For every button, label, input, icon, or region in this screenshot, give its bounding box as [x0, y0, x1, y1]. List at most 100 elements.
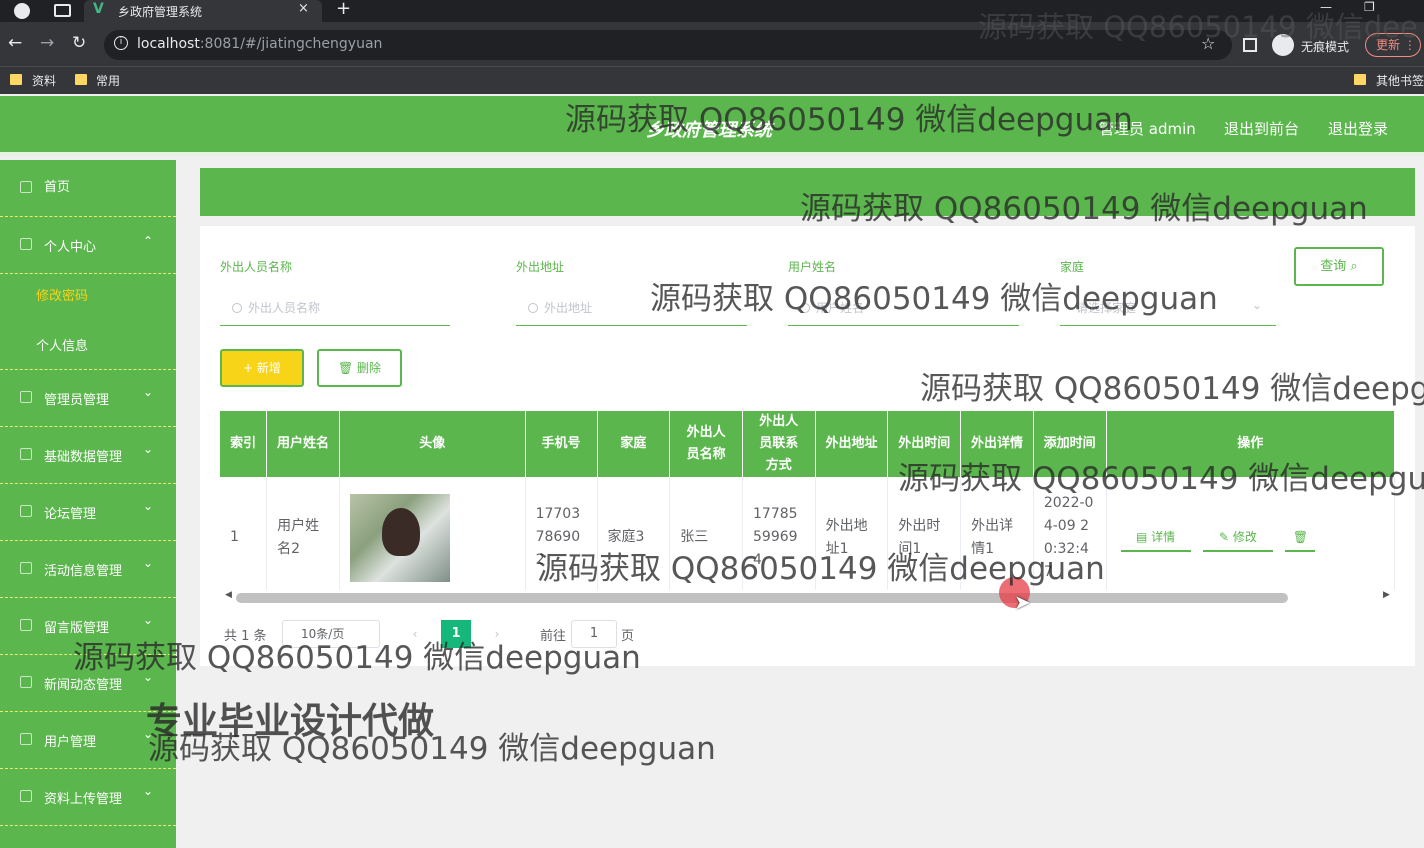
url-host: localhost: [137, 36, 200, 52]
sidebar-item-label: 基础数据管理: [44, 450, 123, 465]
search-label-out-address: 外出地址: [516, 260, 565, 274]
cell-add-time: 2022-04-09 20:32:47: [1033, 477, 1107, 600]
column-header: 家庭: [597, 411, 671, 477]
incognito-icon: [1272, 34, 1294, 56]
activity-icon: [20, 562, 32, 574]
add-button[interactable]: + 新增: [220, 349, 304, 387]
data-icon: [20, 448, 32, 460]
page-banner: [200, 168, 1415, 216]
bookmark-folder-resources[interactable]: 资料: [32, 72, 56, 89]
goto-page-input[interactable]: 1: [571, 620, 617, 648]
sidebar-item-forum[interactable]: 论坛管理 ⌄: [0, 484, 176, 541]
next-page-button[interactable]: ›: [482, 620, 512, 648]
app-title: 乡政府管理系统: [646, 120, 772, 141]
chevron-down-icon: ⌄: [143, 784, 154, 798]
column-header: 外出人员名称: [669, 411, 743, 477]
back-icon[interactable]: ←: [8, 33, 22, 53]
tab-close-icon[interactable]: ×: [298, 1, 309, 16]
column-header: 外出地址: [815, 411, 889, 477]
site-info-icon[interactable]: i: [114, 36, 128, 50]
cell-operations: ▤ 详情 ✎ 修改 🗑: [1106, 477, 1395, 600]
sidebar-item-label: 管理员管理: [44, 393, 110, 408]
column-header: 外出人员联系方式: [742, 411, 816, 477]
reload-icon[interactable]: ↻: [72, 33, 86, 53]
pagination-total: 共 1 条: [224, 629, 267, 644]
chevron-down-icon: ⌄: [143, 727, 154, 741]
url-text[interactable]: localhost:8081/#/jiatingchengyuan: [137, 36, 382, 52]
page-number-current[interactable]: 1: [441, 620, 471, 648]
update-button[interactable]: 更新 ⋮: [1365, 33, 1421, 57]
sidebar-item-label: 个人中心: [44, 240, 97, 255]
incognito-label: 无痕模式: [1301, 40, 1350, 54]
back-to-front-link[interactable]: 退出到前台: [1224, 118, 1299, 139]
logout-link[interactable]: 退出登录: [1328, 118, 1388, 139]
sidebar-subitem-personal-info[interactable]: 个人信息: [36, 335, 88, 354]
sidebar-item-uploads[interactable]: 资料上传管理 ⌄: [0, 769, 176, 826]
chevron-down-icon: ⌄: [143, 499, 154, 513]
goto-prefix: 前往: [540, 629, 567, 644]
prev-page-button[interactable]: ‹: [400, 620, 430, 648]
bookmark-star-icon[interactable]: ☆: [1201, 34, 1215, 53]
search-icon: [800, 303, 810, 313]
browser-menu-icon[interactable]: ⋮: [1404, 38, 1416, 52]
edit-button[interactable]: ✎ 修改: [1202, 524, 1273, 552]
bookmark-folder-common[interactable]: 常用: [96, 72, 120, 89]
goto-suffix: 页: [621, 629, 635, 644]
window-minimize-icon[interactable]: —: [1320, 0, 1332, 14]
cell-out-name: 张三: [669, 477, 743, 600]
delete-button[interactable]: 🗑 删除: [317, 349, 402, 387]
scrollbar-thumb[interactable]: [236, 593, 1288, 603]
sidebar-item-admin-management[interactable]: 管理员管理 ⌄: [0, 370, 176, 427]
chevron-up-icon: ⌃: [143, 234, 154, 248]
row-delete-button[interactable]: 🗑: [1285, 524, 1316, 552]
sidebar-item-news[interactable]: 新闻动态管理 ⌄: [0, 655, 176, 712]
forum-icon: [20, 505, 32, 517]
admin-label: 管理员 admin: [1099, 120, 1196, 138]
side-panel-icon[interactable]: [1243, 38, 1257, 52]
cell-phone: 17703786902: [525, 477, 598, 600]
data-table: 索引 用户姓名 头像 手机号 家庭 外出人员名称 外出人员联系方式 外出地址 外…: [220, 411, 1395, 607]
tab-title: 乡政府管理系统: [118, 5, 203, 19]
bookmarks-bar: 资料 常用 其他书签: [0, 66, 1424, 94]
sidebar-item-basic-data[interactable]: 基础数据管理 ⌄: [0, 427, 176, 484]
search-icon: [528, 303, 538, 313]
column-header: 手机号: [525, 411, 598, 477]
out-name-search-input[interactable]: 外出人员名称: [220, 294, 450, 326]
sidebar-item-home[interactable]: 首页: [0, 160, 176, 217]
placeholder-text: 外出人员名称: [248, 301, 321, 315]
out-address-search-input[interactable]: 外出地址: [516, 294, 747, 326]
sidebar-item-message-board[interactable]: 留言版管理 ⌄: [0, 598, 176, 655]
placeholder-text: 外出地址: [544, 301, 593, 315]
bookmark-folder-other[interactable]: 其他书签: [1376, 72, 1424, 89]
table-row[interactable]: 1 用户姓名2 17703786902 家庭3 张三 17785599694 外…: [220, 477, 1395, 600]
scroll-left-icon[interactable]: ◀: [225, 590, 232, 600]
browser-profile-icon[interactable]: [14, 3, 30, 19]
window-restore-icon[interactable]: ❐: [1364, 0, 1375, 14]
user-icon: [20, 238, 32, 250]
update-label: 更新: [1376, 38, 1401, 52]
cell-out-time: 外出时间1: [887, 477, 962, 600]
user-name-search-input[interactable]: 用户姓名: [788, 294, 1019, 326]
tab-overview-icon[interactable]: [54, 4, 71, 17]
new-tab-icon[interactable]: +: [336, 0, 351, 19]
column-header: 外出时间: [887, 411, 962, 477]
sidebar-item-label: 用户管理: [44, 735, 97, 750]
page-size-select[interactable]: 10条/页: [282, 620, 380, 648]
detail-button[interactable]: ▤ 详情: [1120, 524, 1191, 552]
table-horizontal-scrollbar[interactable]: ◀ ▶: [220, 590, 1395, 606]
forward-icon[interactable]: →: [40, 33, 54, 53]
query-button[interactable]: 查询 ⌕: [1294, 247, 1384, 286]
scroll-right-icon[interactable]: ▶: [1383, 590, 1390, 600]
sidebar-subitem-change-password[interactable]: 修改密码: [36, 285, 88, 304]
vue-favicon-icon: V: [93, 1, 104, 17]
sidebar-item-activity[interactable]: 活动信息管理 ⌄: [0, 541, 176, 598]
sidebar-item-users[interactable]: 用户管理 ⌄: [0, 712, 176, 769]
column-header: 索引: [220, 411, 268, 477]
column-header: 用户姓名: [266, 411, 340, 477]
news-icon: [20, 676, 32, 688]
family-select[interactable]: 请选择家庭 ⌄: [1060, 294, 1276, 326]
column-header: 操作: [1106, 411, 1395, 477]
search-icon: [232, 303, 242, 313]
chevron-down-icon: ⌄: [1251, 298, 1262, 312]
sidebar-item-personal-center[interactable]: 个人中心 ⌃: [0, 217, 176, 274]
